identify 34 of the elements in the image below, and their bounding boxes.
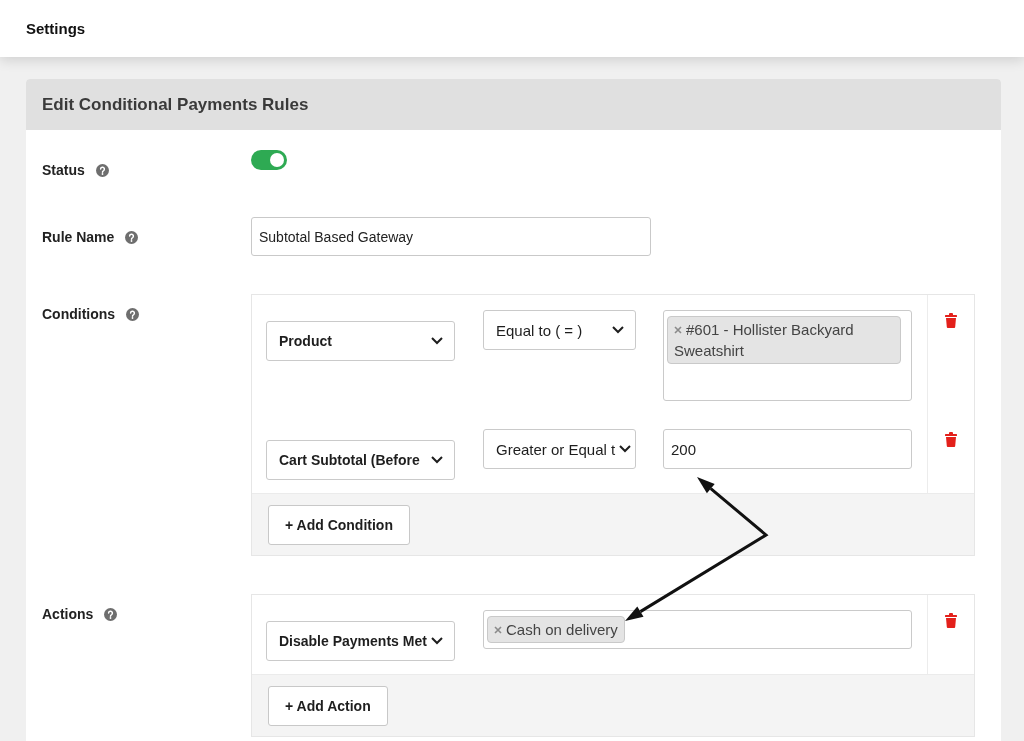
payment-method-tag[interactable]: Cash on delivery [487, 616, 625, 643]
help-icon [125, 230, 139, 244]
trash-icon[interactable] [945, 432, 957, 447]
condition-type-select[interactable]: Product [266, 321, 455, 361]
help-icon [95, 163, 109, 177]
add-action-button[interactable]: + Add Action [268, 686, 388, 726]
trash-icon[interactable] [945, 313, 957, 328]
product-tag[interactable]: #601 - Hollister Backyard Sweatshirt [667, 316, 901, 364]
condition-type-select[interactable]: Cart Subtotal (Before [266, 440, 455, 480]
help-icon [104, 607, 118, 621]
operator-select[interactable]: Greater or Equal t [483, 429, 636, 469]
help-icon [126, 307, 140, 321]
chevron-down-icon [431, 637, 443, 645]
action-type-select[interactable]: Disable Payments Met [266, 621, 455, 661]
rule-name-input[interactable]: Subtotal Based Gateway [251, 217, 651, 256]
field-label: Conditions [42, 305, 116, 323]
add-condition-button[interactable]: + Add Condition [268, 505, 410, 545]
trash-icon[interactable] [945, 613, 957, 628]
close-icon[interactable] [674, 326, 682, 334]
field-label: Actions [42, 605, 94, 623]
payment-method-field[interactable]: Cash on delivery [483, 610, 912, 649]
chevron-down-icon [431, 337, 443, 345]
close-icon[interactable] [494, 626, 502, 634]
field-label: Rule Name [42, 228, 115, 246]
status-toggle[interactable] [251, 150, 287, 170]
page-title: Settings [26, 20, 86, 37]
field-label: Status [42, 161, 85, 179]
chevron-down-icon [431, 456, 443, 464]
chevron-down-icon [612, 326, 624, 334]
chevron-down-icon [619, 445, 632, 453]
value-input[interactable]: 200 [663, 429, 912, 469]
operator-select[interactable]: Equal to ( = ) [483, 310, 636, 350]
panel-title: Edit Conditional Payments Rules [42, 94, 309, 115]
product-select-field[interactable]: #601 - Hollister Backyard Sweatshirt [663, 310, 912, 401]
